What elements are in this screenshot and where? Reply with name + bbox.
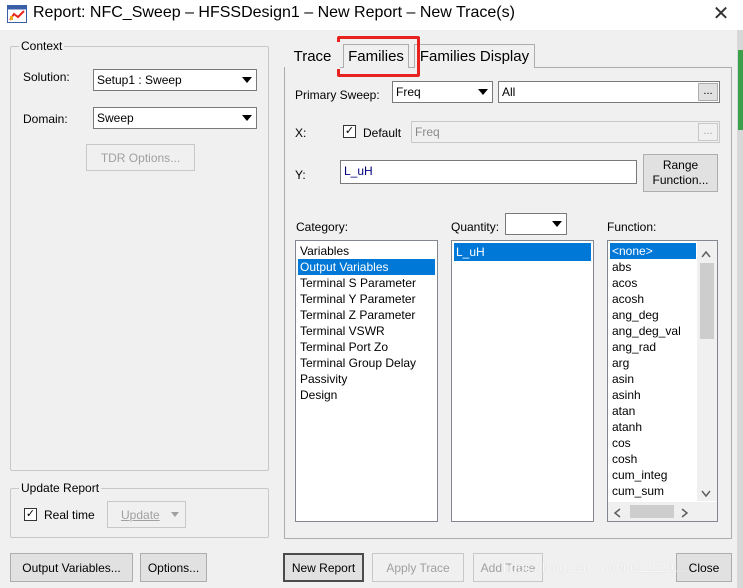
function-list-hscroll[interactable] [608, 502, 717, 521]
category-item[interactable]: Design [298, 387, 435, 403]
chevron-down-icon[interactable] [548, 215, 565, 233]
default-checkbox[interactable]: ✓ [343, 125, 356, 138]
realtime-label: Real time [44, 508, 95, 522]
function-item[interactable]: atan [610, 403, 696, 419]
function-item[interactable]: cum_sum [610, 483, 696, 499]
category-item[interactable]: Passivity [298, 371, 435, 387]
category-label: Category: [296, 220, 349, 234]
scroll-down-icon[interactable] [701, 487, 711, 498]
function-list[interactable]: <none> abs acos acosh ang_deg ang_deg_va… [607, 240, 718, 522]
context-group-label: Context [19, 39, 65, 53]
scrollbar-thumb[interactable] [700, 263, 714, 339]
category-item[interactable]: Terminal Port Zo [298, 339, 435, 355]
primary-sweep-select[interactable]: Freq [392, 81, 493, 103]
y-value: L_uH [344, 164, 373, 178]
watermark-text: https://blog.csdn.net/u012220… [503, 560, 687, 575]
function-list-vscroll[interactable] [697, 241, 717, 501]
quantity-label: Quantity: [451, 220, 500, 234]
families-tab-highlight [337, 36, 420, 77]
sweep-range-ellipsis-button[interactable]: ... [698, 83, 718, 101]
hfss-report-icon [7, 5, 27, 23]
function-item[interactable]: asin [610, 371, 696, 387]
chevron-down-icon[interactable] [238, 71, 255, 89]
y-label: Y: [295, 168, 306, 182]
new-report-button[interactable]: New Report [283, 553, 364, 582]
function-item[interactable]: abs [610, 259, 696, 275]
update-button-label: Update [121, 507, 160, 522]
x-field: Freq ... [411, 121, 720, 143]
category-item[interactable]: Output Variables [298, 259, 435, 275]
scroll-right-icon[interactable] [681, 507, 689, 518]
category-item[interactable]: Terminal Group Delay [298, 355, 435, 371]
primary-sweep-range-field: All ... [498, 81, 720, 103]
tab-families-display[interactable]: Families Display [414, 44, 535, 68]
scroll-up-icon[interactable] [701, 247, 711, 258]
function-item[interactable]: ang_rad [610, 339, 696, 355]
options-button[interactable]: Options... [140, 553, 207, 582]
close-window-icon[interactable]: ✕ [703, 0, 739, 28]
category-item[interactable]: Variables [298, 243, 435, 259]
function-item[interactable]: ang_deg [610, 307, 696, 323]
chevron-down-icon[interactable] [238, 109, 255, 127]
category-list[interactable]: Variables Output Variables Terminal S Pa… [295, 240, 438, 522]
quantity-item[interactable]: L_uH [454, 243, 591, 261]
function-item[interactable]: <none> [610, 243, 696, 259]
background-app-edge [737, 30, 743, 588]
domain-label: Domain: [23, 112, 68, 126]
category-item[interactable]: Terminal VSWR [298, 323, 435, 339]
function-label: Function: [607, 220, 657, 234]
function-item[interactable]: cum_integ [610, 467, 696, 483]
function-item[interactable]: asinh [610, 387, 696, 403]
function-item[interactable]: cos [610, 435, 696, 451]
solution-select[interactable]: Setup1 : Sweep [93, 69, 257, 91]
quantity-list[interactable]: L_uH [451, 240, 594, 522]
window-title: Report: NFC_Sweep – HFSSDesign1 – New Re… [33, 4, 515, 21]
x-value: Freq [415, 125, 440, 139]
x-label: X: [295, 126, 307, 140]
realtime-checkbox[interactable]: ✓ [24, 508, 37, 521]
category-item[interactable]: Terminal Z Parameter [298, 307, 435, 323]
function-item[interactable]: cosh [610, 451, 696, 467]
function-item[interactable]: acosh [610, 291, 696, 307]
hscroll-thumb[interactable] [630, 505, 674, 518]
apply-trace-button[interactable]: Apply Trace [372, 553, 464, 582]
tab-trace[interactable]: Trace [285, 42, 340, 69]
range-function-button[interactable]: Range Function... [643, 154, 718, 192]
domain-select[interactable]: Sweep [93, 107, 257, 129]
primary-sweep-label: Primary Sweep: [295, 88, 380, 102]
function-item[interactable]: arg [610, 355, 696, 371]
output-variables-button[interactable]: Output Variables... [10, 553, 133, 582]
scroll-left-icon[interactable] [613, 507, 621, 518]
update-button[interactable]: Update [107, 501, 186, 528]
chevron-down-icon [171, 512, 179, 517]
default-label: Default [363, 126, 402, 140]
primary-sweep-value: Freq [396, 85, 421, 99]
solution-value: Setup1 : Sweep [97, 73, 182, 87]
function-item[interactable]: acos [610, 275, 696, 291]
domain-value: Sweep [97, 111, 134, 125]
function-item[interactable]: ang_deg_val [610, 323, 696, 339]
update-report-label: Update Report [19, 481, 102, 495]
x-ellipsis-button[interactable]: ... [698, 123, 718, 141]
category-item[interactable]: Terminal Y Parameter [298, 291, 435, 307]
y-expression-input[interactable]: L_uH [340, 160, 637, 184]
solution-label: Solution: [23, 70, 70, 84]
category-item[interactable]: Terminal S Parameter [298, 275, 435, 291]
tdr-options-button[interactable]: TDR Options... [86, 144, 195, 171]
chevron-down-icon[interactable] [474, 83, 491, 101]
function-item[interactable]: atanh [610, 419, 696, 435]
primary-sweep-range-value: All [502, 85, 516, 99]
quantity-filter-select[interactable] [505, 213, 567, 235]
